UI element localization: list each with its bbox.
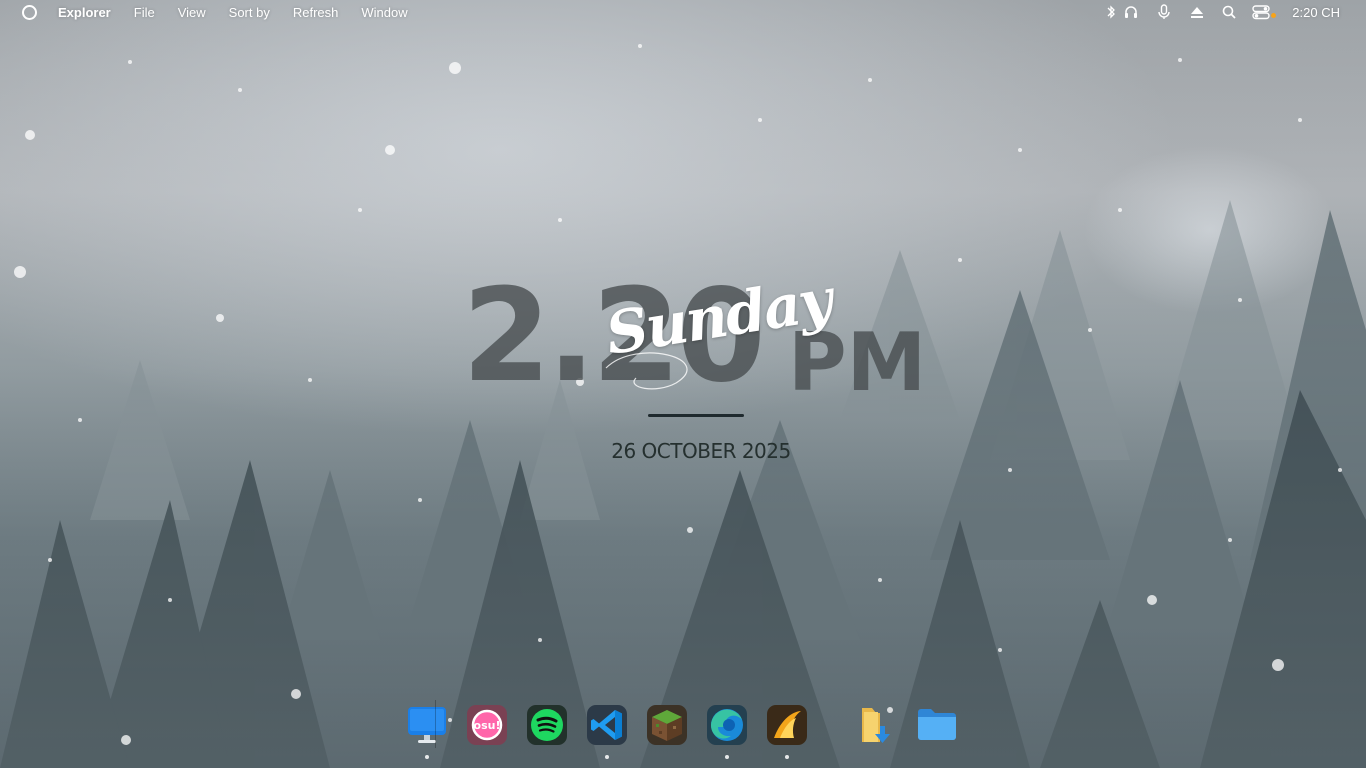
status-dot-icon — [1271, 13, 1276, 18]
menu-items: Explorer File View Sort by Refresh Windo… — [58, 5, 431, 20]
lol-icon — [767, 705, 807, 745]
menu-clock[interactable]: 2:20 CH — [1292, 5, 1340, 20]
dock-app-edge[interactable] — [706, 704, 748, 759]
widget-divider — [648, 414, 744, 417]
running-indicator — [425, 755, 429, 759]
circle-logo-icon[interactable] — [22, 5, 37, 20]
monitor-icon — [408, 707, 446, 743]
eject-icon[interactable] — [1190, 4, 1204, 20]
folder-icon — [918, 709, 956, 740]
dock-app-vscode[interactable] — [586, 704, 628, 759]
menu-refresh[interactable]: Refresh — [293, 5, 339, 20]
dock-app-lol[interactable] — [766, 704, 808, 759]
menu-sort-by[interactable]: Sort by — [229, 5, 270, 20]
osu-icon: osu! — [467, 705, 507, 745]
running-indicator — [605, 755, 609, 759]
menu-window[interactable]: Window — [361, 5, 407, 20]
dock-app-minecraft[interactable] — [646, 704, 688, 746]
bluetooth-icon[interactable] — [1106, 4, 1116, 20]
search-icon[interactable] — [1222, 4, 1236, 20]
menu-file[interactable]: File — [134, 5, 155, 20]
headphones-icon[interactable] — [1123, 4, 1139, 20]
dock-folder-files[interactable] — [916, 704, 958, 746]
svg-text:osu!: osu! — [474, 719, 501, 732]
running-indicator — [785, 755, 789, 759]
edge-icon — [707, 705, 747, 745]
dock-separator — [435, 700, 436, 748]
minecraft-icon — [647, 705, 687, 745]
running-indicator — [725, 755, 729, 759]
spotify-icon — [527, 705, 567, 745]
dock-app-osu[interactable]: osu! — [466, 704, 508, 746]
menu-view[interactable]: View — [178, 5, 206, 20]
microphone-icon[interactable] — [1157, 4, 1171, 20]
downloads-folder-icon — [862, 708, 890, 743]
menu-bar: Explorer File View Sort by Refresh Windo… — [0, 0, 1366, 25]
dock-folder-downloads[interactable] — [858, 704, 900, 746]
menu-app-name[interactable]: Explorer — [58, 5, 111, 20]
dock-app-spotify[interactable] — [526, 704, 568, 746]
dock-app-monitor[interactable] — [406, 704, 448, 759]
vscode-icon — [587, 705, 627, 745]
widget-date: 26 OCTOBER 2025 — [611, 439, 791, 463]
control-center-icon[interactable] — [1252, 4, 1278, 20]
dock: osu! — [400, 700, 970, 768]
